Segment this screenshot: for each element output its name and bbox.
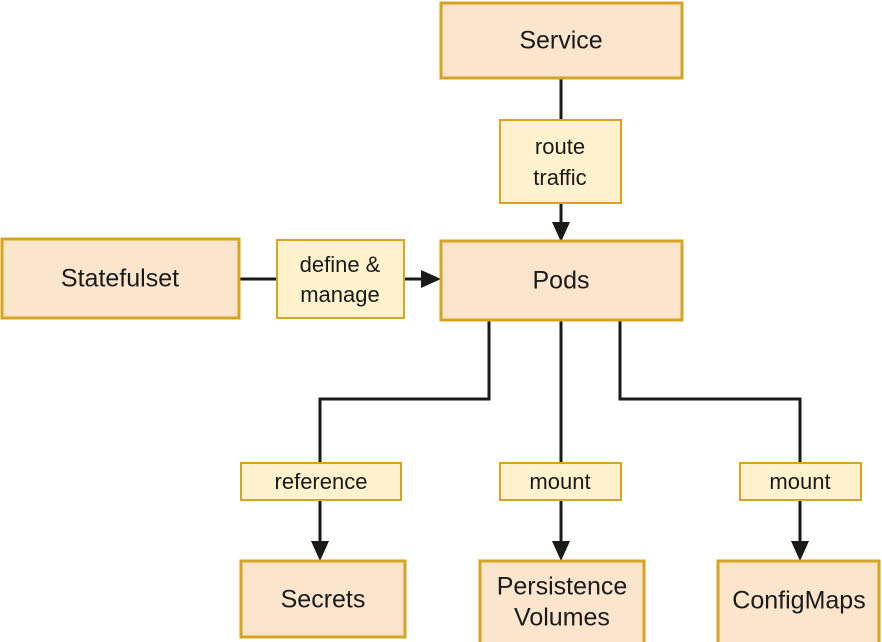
node-statefulset-label: Statefulset (61, 265, 179, 293)
edge-label-route-traffic-line1: route (535, 134, 585, 159)
edge-label-route-traffic-box (499, 119, 622, 204)
edge-label-mount-cm-text: mount (769, 469, 830, 494)
node-configmaps-label: ConfigMaps (732, 587, 865, 615)
node-configmaps[interactable]: ConfigMaps (716, 559, 881, 642)
arrowhead-icon (421, 270, 441, 288)
node-persistence-volumes-label-line2: Volumes (514, 604, 610, 632)
node-pods-label: Pods (533, 267, 590, 295)
node-secrets[interactable]: Secrets (239, 559, 407, 639)
node-service[interactable]: Service (439, 1, 684, 80)
diagram-canvas: Service Statefulset Pods Secrets Persist… (0, 0, 882, 642)
edge-label-mount-cm: mount (739, 462, 862, 501)
arrowhead-icon (552, 541, 570, 561)
arrowhead-icon (311, 541, 329, 561)
edge-label-route-traffic-line2: traffic (533, 165, 586, 190)
node-persistence-volumes[interactable]: Persistence Volumes (478, 559, 646, 642)
node-service-label: Service (519, 27, 602, 55)
node-persistence-volumes-label-line1: Persistence (497, 573, 628, 601)
edge-label-define-manage-line1: define & (300, 252, 381, 277)
edge-pods-to-persistence-volumes (552, 320, 570, 561)
edge-label-reference: reference (240, 462, 402, 501)
edge-pods-to-secrets (311, 320, 491, 561)
arrowhead-icon (791, 541, 809, 561)
edge-label-mount-pv: mount (499, 462, 622, 501)
edge-label-mount-pv-text: mount (529, 469, 590, 494)
edge-pods-to-configmaps (618, 320, 809, 561)
edge-label-route-traffic: route traffic (499, 119, 622, 204)
edge-segment (618, 320, 802, 463)
flowchart-svg: Service Statefulset Pods Secrets Persist… (0, 1, 881, 642)
node-pods[interactable]: Pods (439, 239, 684, 322)
edge-label-reference-text: reference (275, 469, 368, 494)
node-secrets-label: Secrets (281, 586, 366, 614)
node-statefulset[interactable]: Statefulset (0, 237, 241, 320)
edge-label-define-manage-line2: manage (300, 282, 380, 307)
edge-segment (318, 320, 491, 463)
edge-label-define-manage: define & manage (276, 239, 405, 319)
arrowhead-icon (552, 222, 570, 242)
